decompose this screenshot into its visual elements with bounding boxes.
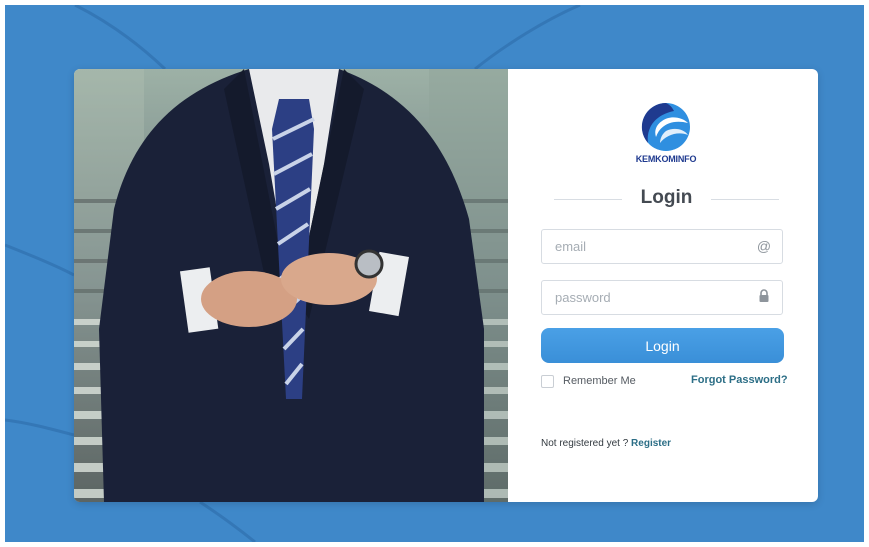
kemkominfo-logo-icon xyxy=(641,102,690,151)
lock-icon xyxy=(756,289,772,305)
remember-me-label[interactable]: Remember Me xyxy=(563,375,636,387)
divider-right xyxy=(711,199,779,200)
page-background: KEMKOMINFO Login @ Logi xyxy=(5,5,864,542)
register-link[interactable]: Register xyxy=(631,438,671,449)
login-panel: KEMKOMINFO Login @ Logi xyxy=(508,69,818,502)
login-heading-row: Login xyxy=(554,187,779,211)
kemkominfo-logo: KEMKOMINFO xyxy=(626,99,706,171)
password-input[interactable] xyxy=(542,281,760,314)
email-input[interactable] xyxy=(542,230,760,263)
remember-me[interactable]: Remember Me xyxy=(541,373,636,389)
login-heading: Login xyxy=(640,187,693,208)
login-card: KEMKOMINFO Login @ Logi xyxy=(74,69,818,502)
password-field-wrapper xyxy=(541,280,783,315)
logo-text: KEMKOMINFO xyxy=(635,154,697,164)
email-field-wrapper: @ xyxy=(541,229,783,264)
remember-me-checkbox[interactable] xyxy=(541,374,554,388)
divider-left xyxy=(554,199,622,200)
register-prompt: Not registered yet ? xyxy=(541,438,632,449)
at-sign-icon: @ xyxy=(756,238,772,254)
register-row: Not registered yet ? Register xyxy=(541,438,671,449)
businessman-photo xyxy=(74,69,508,502)
forgot-password-link[interactable]: Forgot Password? xyxy=(691,374,788,386)
login-button[interactable]: Login xyxy=(541,328,784,363)
